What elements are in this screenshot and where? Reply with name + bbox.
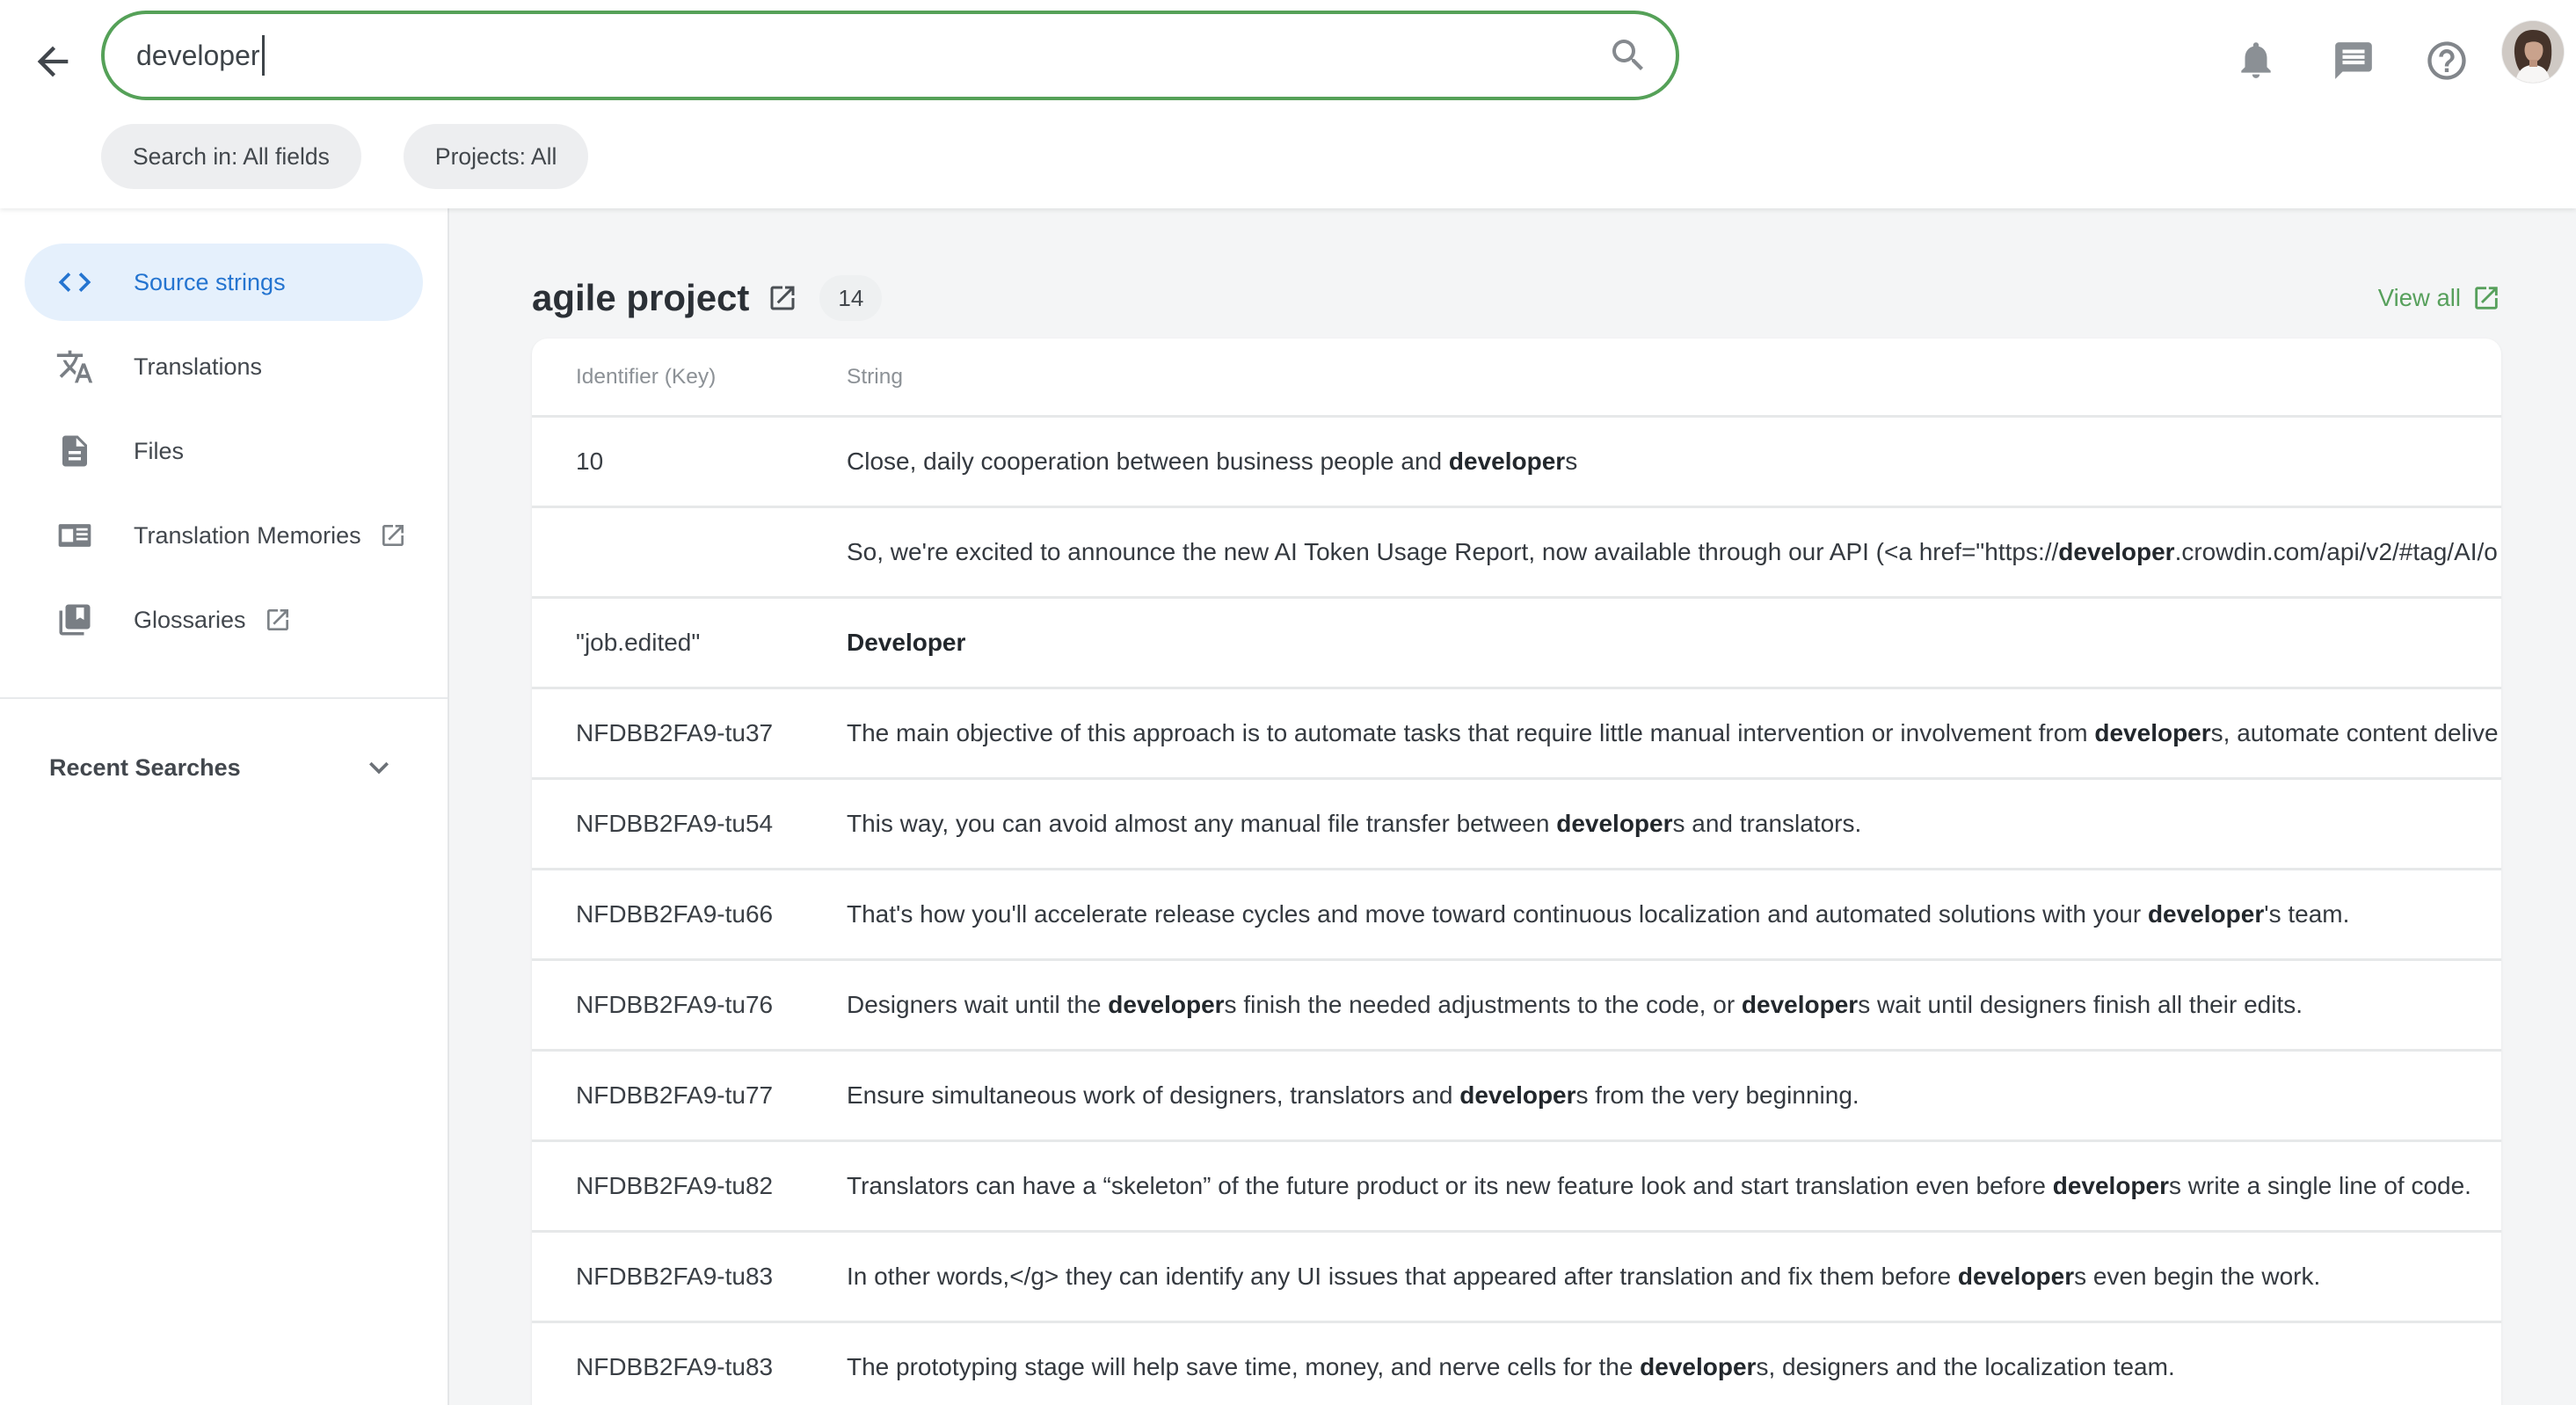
cell-string: Translators can have a “skeleton” of the… xyxy=(847,1172,2501,1200)
table-row[interactable]: "job.edited"Developer xyxy=(532,599,2501,689)
open-project-icon[interactable] xyxy=(767,282,798,314)
sidebar-nav: Source strings Translations Files Translati… xyxy=(0,244,448,659)
filter-chip-projects[interactable]: Projects: All xyxy=(404,124,588,189)
table-row[interactable]: NFDBB2FA9-tu54This way, you can avoid al… xyxy=(532,780,2501,870)
cell-string: Close, daily cooperation between busines… xyxy=(847,448,2501,476)
cell-identifier: NFDBB2FA9-tu76 xyxy=(576,991,847,1019)
sidebar-item-label: Source strings xyxy=(134,269,286,296)
cell-string: Developer xyxy=(847,629,2501,657)
cell-identifier: NFDBB2FA9-tu83 xyxy=(576,1353,847,1381)
cell-identifier: NFDBB2FA9-tu54 xyxy=(576,810,847,838)
cell-identifier: "job.edited" xyxy=(576,629,847,657)
cell-identifier: NFDBB2FA9-tu66 xyxy=(576,900,847,928)
sidebar-item-label: Files xyxy=(134,438,184,465)
cell-string: The main objective of this approach is t… xyxy=(847,719,2501,747)
table-row[interactable]: NFDBB2FA9-tu37The main objective of this… xyxy=(532,689,2501,780)
recent-searches-label: Recent Searches xyxy=(49,754,241,782)
table-row[interactable]: NFDBB2FA9-tu76Designers wait until the d… xyxy=(532,961,2501,1052)
sidebar-item-translations[interactable]: Translations xyxy=(25,328,423,405)
table-body: 10Close, daily cooperation between busin… xyxy=(532,418,2501,1405)
table-row[interactable]: So, we're excited to announce the new AI… xyxy=(532,508,2501,599)
chat-icon xyxy=(2332,39,2376,87)
project-heading-row: agile project 14 View all xyxy=(532,277,2501,319)
sidebar-item-label: Glossaries xyxy=(134,607,246,634)
back-button[interactable] xyxy=(28,39,77,88)
cell-string: So, we're excited to announce the new AI… xyxy=(847,538,2501,566)
cell-identifier: 10 xyxy=(576,448,847,476)
table-row[interactable]: NFDBB2FA9-tu82Translators can have a “sk… xyxy=(532,1142,2501,1233)
external-link-icon xyxy=(264,606,292,634)
results-card: Identifier (Key) String 10Close, daily c… xyxy=(532,339,2501,1405)
column-header-string: String xyxy=(847,365,2501,389)
sidebar-item-label: Translation Memories xyxy=(134,522,361,550)
file-icon xyxy=(55,431,95,471)
table-row[interactable]: NFDBB2FA9-tu83In other words,</g> they c… xyxy=(532,1233,2501,1323)
sidebar-item-files[interactable]: Files xyxy=(25,412,423,490)
search-input-value: developer xyxy=(136,40,260,72)
table-row[interactable]: NFDBB2FA9-tu83The prototyping stage will… xyxy=(532,1323,2501,1405)
sidebar-item-glossaries[interactable]: Glossaries xyxy=(25,581,423,659)
sidebar-item-label: Translations xyxy=(134,353,262,381)
cell-identifier: NFDBB2FA9-tu82 xyxy=(576,1172,847,1200)
notifications-button[interactable] xyxy=(2231,37,2281,86)
external-link-icon xyxy=(379,521,407,550)
table-row[interactable]: 10Close, daily cooperation between busin… xyxy=(532,418,2501,508)
cell-identifier: NFDBB2FA9-tu83 xyxy=(576,1263,847,1291)
column-header-identifier: Identifier (Key) xyxy=(576,365,847,389)
chevron-down-icon xyxy=(360,748,398,787)
cell-identifier: NFDBB2FA9-tu37 xyxy=(576,719,847,747)
search-input[interactable]: developer xyxy=(101,11,1679,100)
bell-icon xyxy=(2234,38,2278,86)
filter-chip-search-in[interactable]: Search in: All fields xyxy=(101,124,361,189)
sidebar-divider xyxy=(0,697,448,699)
avatar[interactable] xyxy=(2502,21,2564,83)
cell-string: In other words,</g> they can identify an… xyxy=(847,1263,2501,1291)
cell-string: This way, you can avoid almost any manua… xyxy=(847,810,2501,838)
search-icon[interactable] xyxy=(1607,34,1649,76)
tm-card-icon xyxy=(55,515,95,556)
view-all-link[interactable]: View all xyxy=(2378,283,2501,313)
sidebar-item-source-strings[interactable]: Source strings xyxy=(25,244,423,321)
sidebar-item-translation-memories[interactable]: Translation Memories xyxy=(25,497,423,574)
result-count-badge: 14 xyxy=(819,275,882,321)
project-title: agile project xyxy=(532,277,749,319)
translate-icon xyxy=(55,346,95,387)
table-header: Identifier (Key) String xyxy=(532,339,2501,418)
cell-string: The prototyping stage will help save tim… xyxy=(847,1353,2501,1381)
text-caret xyxy=(262,35,265,76)
table-row[interactable]: NFDBB2FA9-tu77Ensure simultaneous work o… xyxy=(532,1052,2501,1142)
topbar: developer S xyxy=(0,0,2576,208)
glossary-icon xyxy=(55,600,95,640)
help-button[interactable] xyxy=(2423,39,2470,86)
view-all-label: View all xyxy=(2378,284,2461,312)
recent-searches-toggle[interactable]: Recent Searches xyxy=(0,732,448,803)
cell-string: That's how you'll accelerate release cyc… xyxy=(847,900,2501,928)
search-filter-chips: Search in: All fields Projects: All xyxy=(101,124,588,189)
help-icon xyxy=(2424,38,2470,88)
main-content: agile project 14 View all Identifier (Ke… xyxy=(449,208,2576,1405)
open-in-new-icon xyxy=(2471,283,2501,313)
cell-string: Designers wait until the developers fini… xyxy=(847,991,2501,1019)
cell-string: Ensure simultaneous work of designers, t… xyxy=(847,1081,2501,1110)
back-arrow-icon xyxy=(30,39,76,89)
messages-button[interactable] xyxy=(2330,39,2377,86)
cell-identifier: NFDBB2FA9-tu77 xyxy=(576,1081,847,1110)
code-icon xyxy=(55,262,95,302)
table-row[interactable]: NFDBB2FA9-tu66That's how you'll accelera… xyxy=(532,870,2501,961)
sidebar: Source strings Translations Files Translati… xyxy=(0,208,449,1405)
